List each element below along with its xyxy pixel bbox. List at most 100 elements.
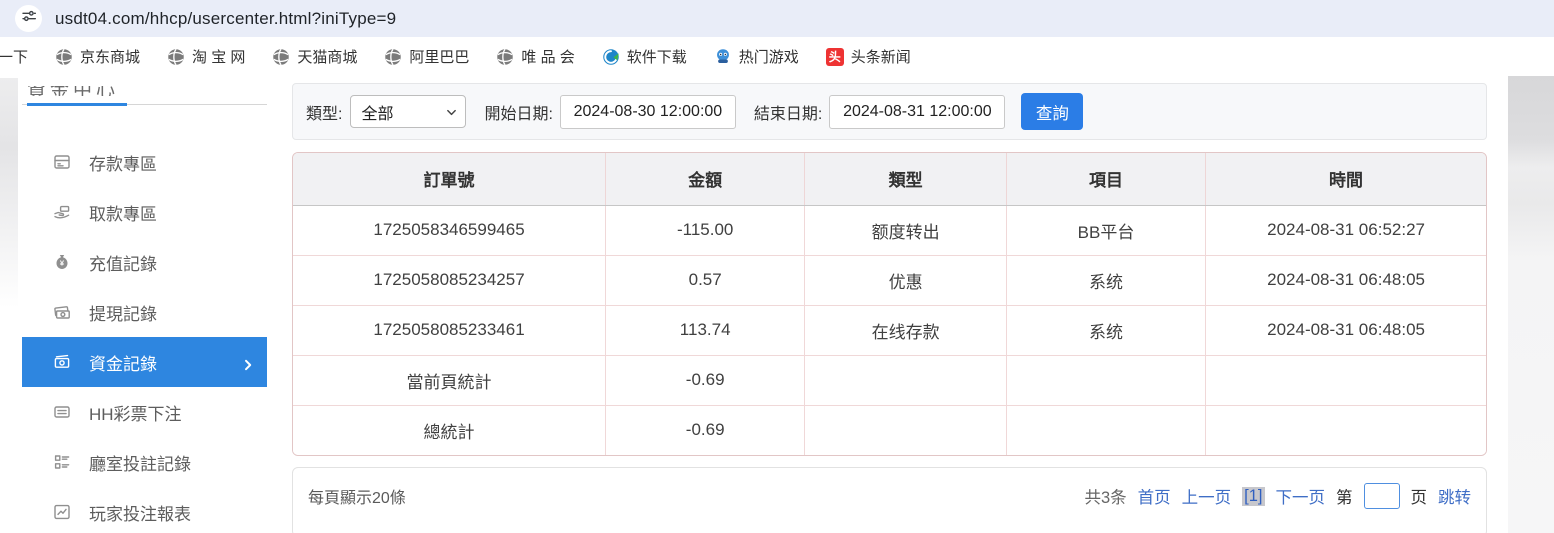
jump-suffix-text: 页 bbox=[1410, 489, 1428, 507]
table-row: 1725058346599465 -115.00 额度转出 BB平台 2024-08-3… bbox=[293, 205, 1486, 256]
table-cell: 當前頁統計 bbox=[293, 355, 607, 406]
column-header: 時間 bbox=[1205, 153, 1486, 206]
bookmark-item[interactable]: 阿里巴巴 bbox=[384, 46, 469, 67]
sidebar: 資金中心 存款專區取款專區 ¥ 充值記錄提現記錄資金記錄 HH彩票下注廳室投註記錄玩家… bbox=[22, 86, 267, 533]
current-page-indicator[interactable]: [1] bbox=[1242, 486, 1265, 506]
funds-record-icon bbox=[52, 352, 72, 372]
globe-favicon-icon bbox=[55, 48, 73, 66]
first-page-link[interactable]: 首页 bbox=[1138, 484, 1171, 508]
page-body: 資金中心 存款專區取款專區 ¥ 充值記錄提現記錄資金記錄 HH彩票下注廳室投註記錄玩家… bbox=[0, 76, 1554, 533]
filter-panel: 類型: 全部 開始日期: 結束日期: 查詢 bbox=[292, 83, 1487, 140]
bookmark-label: 淘 宝 网 bbox=[192, 49, 246, 66]
table-row: 1725058085233461 113.74 在线存款 系统 2024-08-31 0… bbox=[293, 305, 1486, 356]
table-cell: 1725058346599465 bbox=[293, 205, 607, 256]
sidebar-item-存款專區[interactable]: 存款專區 bbox=[22, 137, 267, 187]
report-chart-icon bbox=[52, 502, 72, 522]
query-button[interactable]: 查詢 bbox=[1021, 93, 1084, 130]
bookmark-item[interactable]: 头头条新闻 bbox=[825, 46, 911, 67]
per-page-text: 每頁顯示20條 bbox=[308, 490, 406, 507]
sidebar-item-label: 資金記錄 bbox=[89, 354, 157, 374]
sidebar-active-tab-underline bbox=[22, 103, 267, 106]
jump-link[interactable]: 跳转 bbox=[1438, 484, 1471, 508]
sidebar-item-label: HH彩票下注 bbox=[89, 404, 182, 424]
table-cell: 2024-08-31 06:52:27 bbox=[1205, 205, 1486, 256]
left-background-texture bbox=[0, 78, 18, 308]
start-date-label: 開始日期: bbox=[484, 105, 553, 123]
sidebar-item-提現記錄[interactable]: 提現記錄 bbox=[22, 287, 267, 337]
table-cell bbox=[1205, 355, 1486, 406]
sidebar-item-資金記錄[interactable]: 資金記錄 bbox=[22, 337, 267, 387]
next-page-link[interactable]: 下一页 bbox=[1276, 484, 1326, 508]
deposit-card-icon bbox=[52, 152, 72, 172]
table-row: 當前頁統計 -0.69 bbox=[293, 355, 1486, 406]
pager: 共3条 首页 上一页 [1] 下一页 第 页 跳转 bbox=[1084, 483, 1471, 509]
bookmark-label: 阿里巴巴 bbox=[409, 49, 470, 66]
records-table-panel: 訂單號 金額 類型 項目 時間 1725058346599465 -115.00 额度转出 B… bbox=[292, 152, 1487, 456]
sidebar-menu: 存款專區取款專區 ¥ 充值記錄提現記錄資金記錄 HH彩票下注廳室投註記錄 玩家投注報表 bbox=[22, 137, 267, 533]
bookmark-item[interactable]: 天猫商城 bbox=[272, 46, 357, 67]
type-select[interactable]: 全部 bbox=[350, 95, 467, 128]
column-header: 訂單號 bbox=[293, 153, 607, 206]
records-table: 訂單號 金額 類型 項目 時間 1725058346599465 -115.00 额度转出 B… bbox=[293, 153, 1486, 455]
hall-checklist-icon bbox=[52, 452, 72, 472]
url-text[interactable]: usdt04.com/hhcp/usercenter.html?iniType=… bbox=[55, 9, 396, 29]
sidebar-item-取款專區[interactable]: 取款專區 bbox=[22, 187, 267, 237]
page-jump-input[interactable] bbox=[1363, 483, 1400, 509]
site-settings-button[interactable] bbox=[15, 5, 42, 32]
sidebar-header-clipped: 資金中心 bbox=[22, 86, 267, 96]
start-date-input[interactable] bbox=[559, 94, 736, 129]
browser-address-bar[interactable]: usdt04.com/hhcp/usercenter.html?iniType=… bbox=[0, 0, 1554, 37]
table-cell: 1725058085233461 bbox=[293, 305, 607, 356]
table-cell bbox=[1006, 355, 1207, 406]
bookmark-label: 热门游戏 bbox=[738, 49, 799, 66]
bookmark-label: 京东商城 bbox=[80, 49, 141, 66]
table-row: 1725058085234257 0.57 优惠 系统 2024-08-31 06:48… bbox=[293, 255, 1486, 306]
bookmark-item[interactable]: 京东商城 bbox=[55, 46, 140, 67]
moneybag-icon: ¥ bbox=[52, 252, 72, 272]
toutiao-favicon: 头 bbox=[825, 47, 844, 66]
sidebar-item-label: 充值記錄 bbox=[89, 254, 157, 274]
table-cell: -115.00 bbox=[605, 205, 806, 256]
total-count-text: 共3条 bbox=[1084, 489, 1127, 507]
bookmark-label: 头条新闻 bbox=[850, 49, 911, 66]
table-cell: 113.74 bbox=[605, 305, 806, 356]
table-cell: 2024-08-31 06:48:05 bbox=[1205, 305, 1486, 356]
table-cell: 额度转出 bbox=[804, 205, 1007, 256]
bookmarks-bar: 一下 京东商城 淘 宝 网 天猫商城 阿里巴巴 唯 品 会 软件下载 热门游戏 头头条新闻 bbox=[0, 37, 1554, 76]
bookmark-item[interactable]: 唯 品 会 bbox=[496, 46, 575, 67]
bookmark-item[interactable]: 热门游戏 bbox=[714, 46, 799, 67]
column-header: 項目 bbox=[1006, 153, 1207, 206]
bookmark-label: 软件下载 bbox=[626, 49, 687, 66]
main-content: 類型: 全部 開始日期: 結束日期: 查詢 bbox=[292, 83, 1487, 533]
cash-note-icon bbox=[52, 302, 72, 322]
table-body: 1725058346599465 -115.00 额度转出 BB平台 2024-08-3… bbox=[293, 205, 1486, 455]
table-cell: 优惠 bbox=[804, 255, 1007, 306]
type-label: 類型: bbox=[306, 105, 343, 123]
sidebar-item-HH彩票下注[interactable]: HH彩票下注 bbox=[22, 387, 267, 437]
table-cell: 1725058085234257 bbox=[293, 255, 607, 306]
jump-prefix-text: 第 bbox=[1336, 489, 1353, 507]
table-cell bbox=[804, 405, 1007, 455]
table-header-row: 訂單號 金額 類型 項目 時間 bbox=[293, 153, 1486, 206]
sidebar-item-label: 提現記錄 bbox=[89, 304, 157, 324]
globe-favicon-icon bbox=[384, 48, 402, 66]
withdraw-hand-icon bbox=[52, 202, 72, 222]
globe-favicon-icon bbox=[167, 48, 185, 66]
table-cell: 系统 bbox=[1006, 255, 1207, 306]
end-date-input[interactable] bbox=[829, 94, 1006, 129]
sidebar-item-玩家投注報表[interactable]: 玩家投注報表 bbox=[22, 487, 267, 533]
column-header: 類型 bbox=[804, 153, 1007, 206]
table-cell bbox=[804, 355, 1007, 406]
bookmark-item[interactable]: 软件下载 bbox=[602, 46, 687, 67]
type-select-value: 全部 bbox=[361, 105, 394, 123]
end-date-label: 結束日期: bbox=[753, 105, 823, 123]
sidebar-item-充值記錄[interactable]: ¥ 充值記錄 bbox=[22, 237, 267, 287]
bookmark-item[interactable]: 淘 宝 网 bbox=[167, 46, 245, 67]
table-cell: BB平台 bbox=[1006, 205, 1207, 256]
bookmark-label: 天猫商城 bbox=[297, 49, 358, 66]
bookmark-item[interactable]: 一下 bbox=[0, 46, 28, 67]
sidebar-item-label: 存款專區 bbox=[89, 154, 157, 174]
sidebar-item-廳室投註記錄[interactable]: 廳室投註記錄 bbox=[22, 437, 267, 487]
column-header: 金額 bbox=[605, 153, 806, 206]
prev-page-link[interactable]: 上一页 bbox=[1182, 484, 1232, 508]
